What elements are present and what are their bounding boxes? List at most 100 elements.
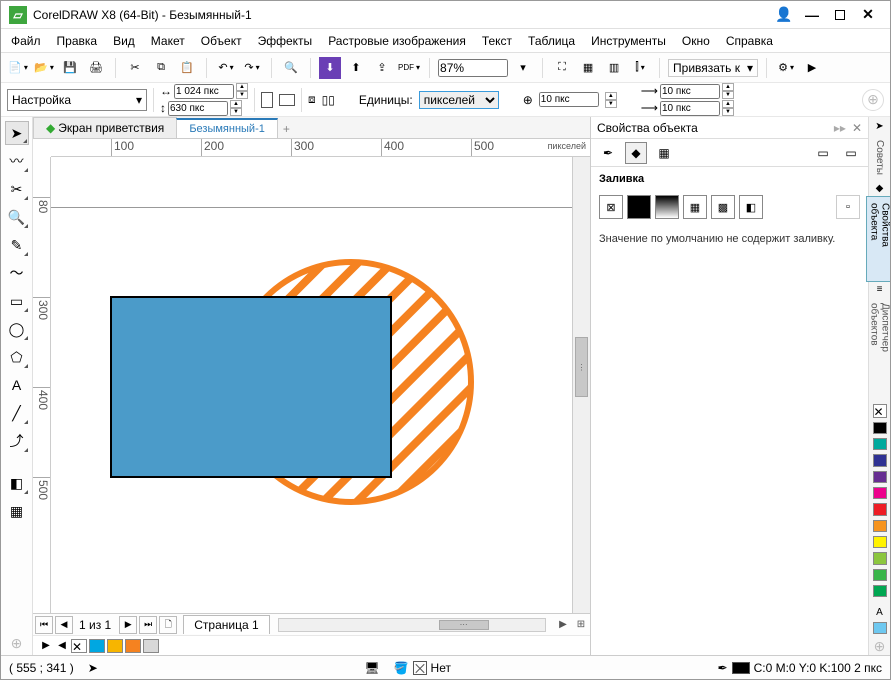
transparency-tool[interactable]: ▦: [5, 499, 29, 523]
export-button[interactable]: ⬆: [345, 57, 367, 79]
doc-swatch-1[interactable]: [89, 639, 105, 653]
first-page-button[interactable]: ⏮: [35, 616, 53, 634]
drop-shadow-tool[interactable]: ◧: [5, 471, 29, 495]
text-tool[interactable]: A: [5, 373, 29, 397]
fill-options-button[interactable]: ▫: [836, 195, 860, 219]
fill-postscript-button[interactable]: ◧: [739, 195, 763, 219]
pal-sw-9[interactable]: [873, 569, 887, 581]
prev-page-button[interactable]: ◀: [55, 616, 73, 634]
landscape-button[interactable]: [279, 94, 295, 106]
save-button[interactable]: [59, 57, 81, 79]
pal-none[interactable]: ✕: [873, 404, 887, 418]
nudge-input[interactable]: [539, 92, 599, 107]
no-fill-indicator[interactable]: [413, 661, 427, 675]
next-page-button[interactable]: ▶: [119, 616, 137, 634]
pick-tool[interactable]: ➤: [5, 121, 29, 145]
pal-sw-6[interactable]: [873, 520, 887, 532]
tab-view2-button[interactable]: ▭: [840, 142, 862, 164]
undo-button[interactable]: [215, 57, 237, 79]
search-content-button[interactable]: [280, 57, 302, 79]
rulers-button[interactable]: ▦: [577, 57, 599, 79]
menu-help[interactable]: Справка: [726, 34, 773, 48]
last-page-button[interactable]: ⏭: [139, 616, 157, 634]
hscroll-thumb[interactable]: ⋯: [439, 620, 489, 630]
menu-bitmaps[interactable]: Растровые изображения: [328, 34, 466, 48]
current-page-button[interactable]: ▯▯: [322, 93, 335, 107]
palette-scroll-left[interactable]: ◀: [55, 640, 69, 651]
artistic-media-tool[interactable]: 〜: [5, 261, 29, 285]
side-tab-object-properties[interactable]: Свойства объекта: [866, 196, 891, 282]
tab-fill-icon[interactable]: ◆: [625, 142, 647, 164]
menu-object[interactable]: Объект: [201, 34, 242, 48]
pdf-button[interactable]: [397, 57, 421, 79]
vscroll-thumb[interactable]: ⋮: [575, 337, 588, 397]
pal-sw-0[interactable]: [873, 422, 887, 434]
toolbox-expand-button[interactable]: ⊕: [5, 631, 29, 655]
rectangle-tool[interactable]: ▭: [5, 289, 29, 313]
menu-tools[interactable]: Инструменты: [591, 34, 666, 48]
options-button[interactable]: [775, 57, 797, 79]
zoom-dropdown[interactable]: ▾: [512, 57, 534, 79]
copy-button[interactable]: [150, 57, 172, 79]
side-layers-icon[interactable]: ≡: [877, 284, 883, 295]
nudge-spinner[interactable]: ▲▼: [605, 92, 617, 108]
publish-button[interactable]: ⇪: [371, 57, 393, 79]
scroll-right-button[interactable]: ▶: [554, 616, 572, 634]
pal-sw-1[interactable]: [873, 438, 887, 450]
all-pages-button[interactable]: ⧈: [308, 92, 316, 107]
doc-swatch-none[interactable]: ✕: [71, 639, 87, 653]
fill-bucket-icon[interactable]: 🪣: [394, 661, 409, 675]
nav-extra-button[interactable]: ⊞: [572, 616, 590, 634]
horizontal-scrollbar[interactable]: ⋯: [278, 618, 546, 632]
connector-tool[interactable]: ⤴: [5, 429, 29, 453]
freehand-tool[interactable]: ✎: [5, 233, 29, 257]
fill-texture-button[interactable]: ▩: [711, 195, 735, 219]
paste-button[interactable]: [176, 57, 198, 79]
snap-to-dropdown[interactable]: Привязать к▾: [668, 59, 758, 77]
pal-sw-11[interactable]: [873, 622, 887, 634]
pal-sw-8[interactable]: [873, 552, 887, 564]
minimize-button[interactable]: —: [798, 5, 826, 25]
shape-tool[interactable]: 〰: [5, 149, 29, 173]
vertical-scrollbar[interactable]: ⋮: [572, 157, 590, 613]
horizontal-ruler[interactable]: 100 200 300 400 500 пикселей: [51, 139, 590, 157]
outline-pen-icon[interactable]: ✒: [718, 661, 728, 675]
menu-file[interactable]: Файл: [11, 34, 41, 48]
side-pointer-icon[interactable]: ➤: [875, 121, 883, 132]
dup-x-spinner[interactable]: ▲▼: [722, 83, 734, 99]
menu-window[interactable]: Окно: [682, 34, 710, 48]
pal-sw-2[interactable]: [873, 454, 887, 466]
pal-sw-4[interactable]: [873, 487, 887, 499]
drawing-canvas[interactable]: [51, 157, 572, 613]
menu-text[interactable]: Текст: [482, 34, 512, 48]
fill-none-button[interactable]: ⊠: [599, 195, 623, 219]
redo-button[interactable]: [241, 57, 263, 79]
portrait-button[interactable]: [261, 92, 273, 108]
fullscreen-button[interactable]: ⛶: [551, 57, 573, 79]
menu-layout[interactable]: Макет: [151, 34, 185, 48]
tab-document[interactable]: Безымянный-1: [176, 118, 278, 138]
fill-fountain-button[interactable]: [655, 195, 679, 219]
outline-color-indicator[interactable]: [732, 662, 750, 674]
side-tab-object-manager[interactable]: Диспетчер объектов: [867, 297, 891, 390]
dup-x-input[interactable]: [660, 84, 720, 99]
menu-view[interactable]: Вид: [113, 34, 135, 48]
add-page-button[interactable]: 🗋: [159, 616, 177, 634]
dup-y-input[interactable]: [660, 101, 720, 116]
pal-sw-5[interactable]: [873, 503, 887, 515]
tab-view1-button[interactable]: ▭: [812, 142, 834, 164]
print-button[interactable]: [85, 57, 107, 79]
zoom-tool[interactable]: 🔍: [5, 205, 29, 229]
tab-transparency-icon[interactable]: ▦: [653, 142, 675, 164]
pal-sw-7[interactable]: [873, 536, 887, 548]
units-dropdown[interactable]: пикселей: [419, 91, 499, 109]
zoom-level-input[interactable]: [438, 59, 508, 77]
pal-sw-10[interactable]: [873, 585, 887, 597]
page-height-input[interactable]: [168, 101, 228, 116]
vertical-ruler[interactable]: 80 300 400 500: [33, 157, 51, 613]
doc-swatch-2[interactable]: [107, 639, 123, 653]
height-spinner[interactable]: ▲▼: [230, 100, 242, 116]
dup-y-spinner[interactable]: ▲▼: [722, 100, 734, 116]
docker-close-button[interactable]: ✕: [852, 121, 862, 135]
menu-table[interactable]: Таблица: [528, 34, 575, 48]
